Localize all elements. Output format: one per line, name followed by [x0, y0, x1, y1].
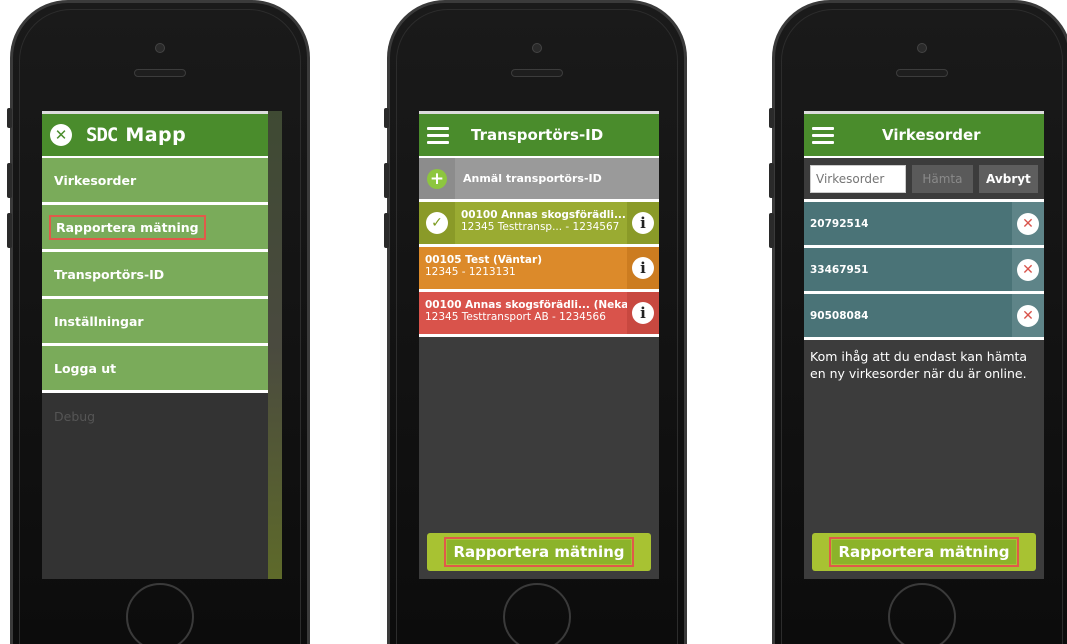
earpiece-speaker — [134, 69, 186, 77]
fetch-button[interactable]: Hämta — [912, 164, 973, 193]
front-camera — [155, 43, 165, 53]
order-row[interactable]: 20792514 ✕ — [804, 202, 1044, 248]
screen-drawer: ✕ SDC Mapp Virkesorder Rapportera mätning… — [42, 111, 282, 579]
order-number: 33467951 — [810, 263, 869, 276]
delete-icon[interactable]: ✕ — [1017, 258, 1039, 281]
transporter-name: 00105 Test (Väntar) — [425, 254, 542, 266]
transporter-detail: 12345 Testtransport AB - 1234566 — [425, 311, 606, 323]
screen-transportors-id: Transportörs-ID + Anmäl transportörs-ID … — [419, 111, 659, 579]
menu-item-installningar[interactable]: Inställningar — [42, 299, 268, 346]
add-transporter-id-row[interactable]: + Anmäl transportörs-ID — [419, 158, 659, 202]
report-measurement-label: Rapportera mätning — [829, 537, 1019, 567]
app-header: Transportörs-ID — [419, 114, 659, 158]
phone-frame-2: Transportörs-ID + Anmäl transportörs-ID … — [384, 0, 687, 644]
background-content-peek[interactable] — [268, 111, 282, 579]
menu-item-logga-ut[interactable]: Logga ut — [42, 346, 268, 393]
online-note: Kom ihåg att du endast kan hämta en ny v… — [810, 349, 1028, 381]
side-drawer: ✕ SDC Mapp Virkesorder Rapportera mätning… — [42, 111, 268, 579]
earpiece-speaker — [896, 69, 948, 77]
drawer-header: ✕ SDC Mapp — [42, 114, 268, 158]
front-camera — [532, 43, 542, 53]
hamburger-menu-icon[interactable] — [812, 126, 834, 144]
report-measurement-label: Rapportera mätning — [444, 537, 634, 567]
earpiece-speaker — [511, 69, 563, 77]
app-header: Virkesorder — [804, 114, 1044, 158]
order-number: 20792514 — [810, 217, 869, 230]
phone-frame-3: Virkesorder Hämta Avbryt 20792514 ✕ 3346… — [769, 0, 1067, 644]
transporter-detail: 12345 - 1213131 — [425, 266, 516, 278]
add-transporter-id-label: Anmäl transportörs-ID — [463, 172, 602, 185]
info-icon[interactable]: i — [632, 212, 654, 234]
report-measurement-button[interactable]: Rapportera mätning — [427, 533, 651, 571]
delete-icon[interactable]: ✕ — [1017, 304, 1039, 327]
page-title: Transportörs-ID — [471, 126, 604, 144]
check-circle-icon: ✓ — [426, 212, 448, 234]
info-icon[interactable]: i — [632, 257, 654, 279]
info-icon[interactable]: i — [632, 302, 654, 324]
close-circle-icon[interactable]: ✕ — [50, 124, 72, 146]
plus-circle-icon: + — [427, 168, 447, 189]
front-camera — [917, 43, 927, 53]
home-button[interactable] — [888, 583, 956, 644]
hamburger-menu-icon[interactable] — [427, 126, 449, 144]
order-row[interactable]: 90508084 ✕ — [804, 294, 1044, 340]
transporter-detail: 12345 Testtransp... - 1234567 — [461, 221, 620, 233]
menu-item-transportors-id[interactable]: Transportörs-ID — [42, 252, 268, 299]
debug-label[interactable]: Debug — [42, 393, 268, 440]
cancel-button[interactable]: Avbryt — [978, 164, 1038, 193]
menu-item-rapportera-matning[interactable]: Rapportera mätning — [42, 205, 268, 252]
phone-frame-1: ✕ SDC Mapp Virkesorder Rapportera mätning… — [7, 0, 310, 644]
virkesorder-input[interactable] — [810, 164, 906, 193]
home-button[interactable] — [126, 583, 194, 644]
delete-icon[interactable]: ✕ — [1017, 212, 1039, 235]
brand-name: Mapp — [125, 124, 187, 146]
transporter-row-denied[interactable]: 00100 Annas skogsförädli... (Nekat) 1234… — [419, 292, 659, 337]
order-number: 90508084 — [810, 309, 869, 322]
transporter-name: 00100 Annas skogsförädli... — [461, 209, 626, 221]
report-measurement-button[interactable]: Rapportera mätning — [812, 533, 1036, 571]
app-brand: SDC Mapp — [86, 124, 186, 146]
page-title: Virkesorder — [882, 126, 981, 144]
search-bar: Hämta Avbryt — [804, 158, 1044, 202]
transporter-name: 00100 Annas skogsförädli... (Nekat) — [425, 299, 627, 311]
transporter-row-approved[interactable]: ✓ 00100 Annas skogsförädli... 12345 Test… — [419, 202, 659, 247]
brand-logo: SDC — [86, 124, 118, 146]
order-row[interactable]: 33467951 ✕ — [804, 248, 1044, 294]
home-button[interactable] — [503, 583, 571, 644]
menu-item-virkesorder[interactable]: Virkesorder — [42, 158, 268, 205]
screen-virkesorder: Virkesorder Hämta Avbryt 20792514 ✕ 3346… — [804, 111, 1044, 579]
transporter-row-pending[interactable]: 00105 Test (Väntar) 12345 - 1213131 i — [419, 247, 659, 292]
